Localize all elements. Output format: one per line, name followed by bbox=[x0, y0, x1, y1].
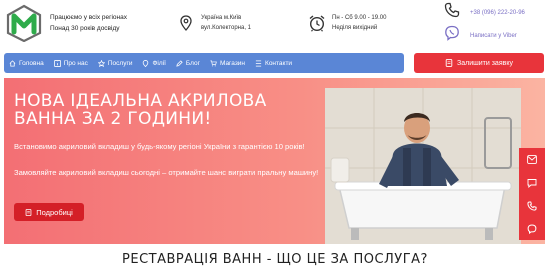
alarm-clock-icon bbox=[307, 13, 327, 33]
cart-icon bbox=[210, 60, 217, 67]
viber-label[interactable]: Написати у Viber bbox=[470, 33, 517, 39]
hero-banner: НОВА ІДЕАЛЬНА АКРИЛОВА ВАННА ЗА 2 ГОДИНИ… bbox=[4, 78, 545, 244]
side-contact-panel bbox=[519, 148, 545, 240]
logo[interactable] bbox=[4, 4, 44, 43]
nav-item-branches[interactable]: Філії bbox=[137, 53, 170, 73]
contacts-icon bbox=[255, 59, 262, 67]
phone-icon bbox=[444, 2, 460, 23]
nav-label: Магазин bbox=[219, 59, 246, 67]
hero-photo-plumber-bathtub bbox=[325, 88, 521, 244]
details-button-label: Подробиці bbox=[36, 207, 73, 217]
hero-subtitle-2: Замовляйте акриловий вкладиш сьогодні – … bbox=[14, 168, 319, 177]
nav-item-shop[interactable]: Магазин bbox=[205, 53, 250, 73]
tagline-line-2: Понад 30 років досвіду bbox=[50, 25, 120, 32]
hours-block: Пн - Сб 9.00 - 19.00 Неділя вихідний bbox=[307, 13, 386, 33]
pin-icon bbox=[142, 59, 149, 67]
tagline-line-1: Працюємо у всіх регіонах bbox=[50, 14, 128, 21]
viber-side-icon[interactable] bbox=[526, 223, 538, 235]
nav-label: Послуги bbox=[107, 59, 133, 67]
main-nav: Головна Про нас Послуги Філії Блог Магаз… bbox=[4, 53, 404, 73]
nav-item-contacts[interactable]: Контакти bbox=[250, 53, 297, 73]
request-button-label: Залишити заявку bbox=[457, 59, 513, 67]
nav-label: Філії bbox=[152, 59, 166, 67]
location-pin-icon bbox=[176, 13, 196, 33]
address-line-2: вул.Колекторна, 1 bbox=[201, 25, 251, 31]
viber-link[interactable]: Написати у Viber bbox=[444, 25, 517, 46]
info-icon bbox=[53, 59, 61, 67]
hero-subtitle: Встановимо акриловий вкладиш у будь-яком… bbox=[14, 142, 305, 151]
nav-item-blog[interactable]: Блог bbox=[171, 53, 205, 73]
nav-item-home[interactable]: Головна bbox=[4, 53, 49, 73]
nav-label: Головна bbox=[19, 59, 44, 67]
phone-number[interactable]: +38 (096) 222-20-96 bbox=[470, 10, 525, 16]
pencil-icon bbox=[176, 59, 183, 67]
star-icon bbox=[97, 59, 105, 67]
home-icon bbox=[9, 59, 16, 67]
chat-icon[interactable] bbox=[526, 177, 538, 189]
tagline: Працюємо у всіх регіонах Понад 30 років … bbox=[50, 12, 127, 34]
details-button[interactable]: Подробиці bbox=[14, 203, 84, 221]
nav-label: Контакти bbox=[265, 59, 293, 67]
address-line-1: Україна м.Київ bbox=[201, 15, 242, 21]
hours-line-1: Пн - Сб 9.00 - 19.00 bbox=[332, 15, 387, 21]
nav-label: Про нас bbox=[63, 59, 88, 67]
hero-title: НОВА ІДЕАЛЬНА АКРИЛОВА ВАННА ЗА 2 ГОДИНИ… bbox=[14, 91, 267, 129]
section-heading: РЕСТАВРАЦІЯ ВАНН - ЩО ЦЕ ЗА ПОСЛУГА? bbox=[122, 252, 428, 267]
nav-label: Блог bbox=[185, 59, 200, 67]
hours-line-2: Неділя вихідний bbox=[332, 25, 378, 31]
document-icon bbox=[25, 208, 32, 216]
phone-call-icon[interactable] bbox=[526, 200, 538, 212]
mail-icon[interactable] bbox=[526, 154, 538, 166]
address-block: Україна м.Київ вул.Колекторна, 1 bbox=[176, 13, 251, 33]
request-button[interactable]: Залишити заявку bbox=[414, 53, 544, 73]
nav-item-about[interactable]: Про нас bbox=[49, 53, 93, 73]
document-icon bbox=[445, 59, 453, 67]
nav-item-services[interactable]: Послуги bbox=[93, 53, 138, 73]
viber-icon bbox=[444, 25, 460, 46]
phone-link[interactable]: +38 (096) 222-20-96 bbox=[444, 2, 525, 23]
site-header: Працюємо у всіх регіонах Понад 30 років … bbox=[0, 0, 550, 48]
